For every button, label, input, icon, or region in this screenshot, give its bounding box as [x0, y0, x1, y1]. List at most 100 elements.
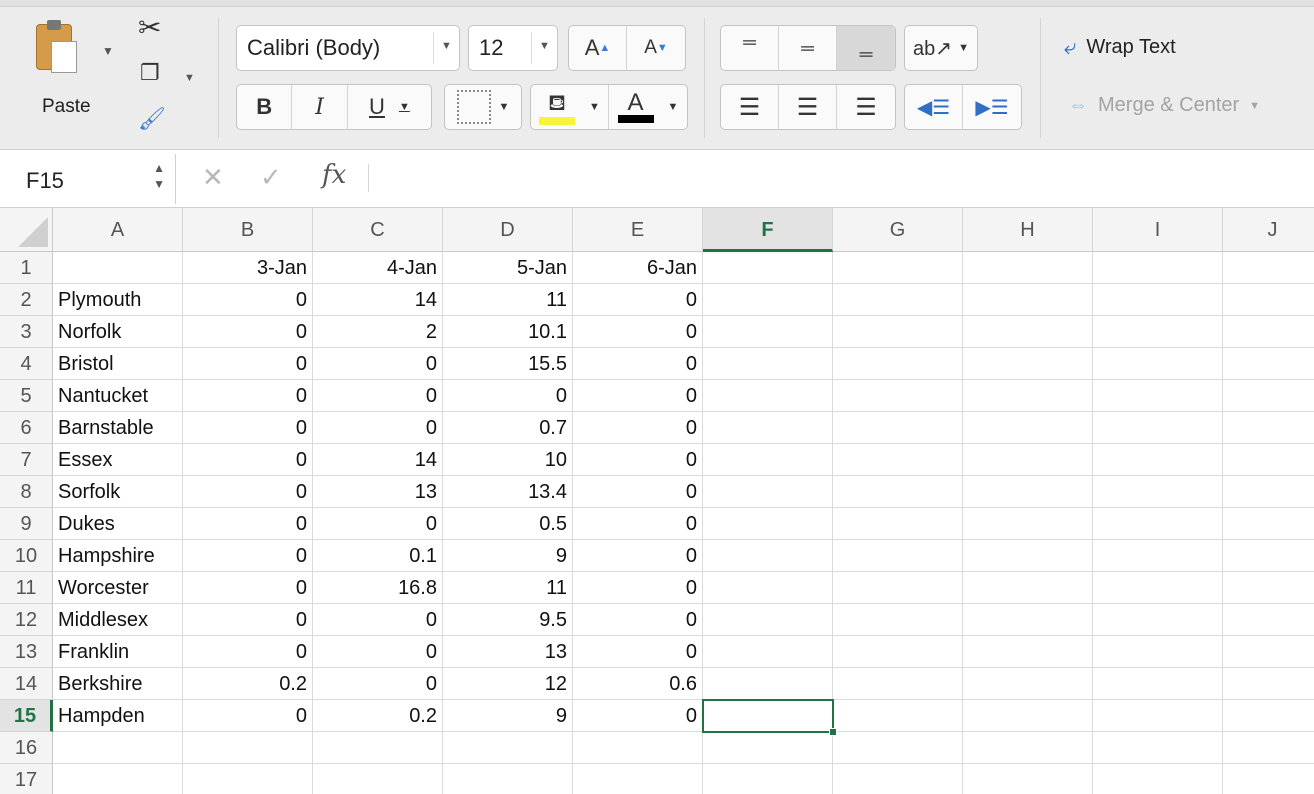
cell-a16[interactable]: [53, 732, 183, 764]
cell-g7[interactable]: [833, 444, 963, 476]
cell-e2[interactable]: 0: [573, 284, 703, 316]
cell-h9[interactable]: [963, 508, 1093, 540]
cell-b5[interactable]: 0: [183, 380, 313, 412]
chevron-down-icon[interactable]: ▼: [531, 32, 557, 64]
cell-i10[interactable]: [1093, 540, 1223, 572]
cell-h1[interactable]: [963, 252, 1093, 284]
column-header-h[interactable]: H: [963, 208, 1093, 252]
cell-h11[interactable]: [963, 572, 1093, 604]
row-header-8[interactable]: 8: [0, 476, 53, 508]
bold-button[interactable]: B: [237, 85, 293, 129]
cell-i4[interactable]: [1093, 348, 1223, 380]
cell-j12[interactable]: [1223, 604, 1314, 636]
cell-e12[interactable]: 0: [573, 604, 703, 636]
cell-f17[interactable]: [703, 764, 833, 794]
cell-i17[interactable]: [1093, 764, 1223, 794]
cell-g6[interactable]: [833, 412, 963, 444]
underline-button[interactable]: U ▼: [348, 85, 431, 129]
cell-c6[interactable]: 0: [313, 412, 443, 444]
cell-b8[interactable]: 0: [183, 476, 313, 508]
cell-g1[interactable]: [833, 252, 963, 284]
cell-e17[interactable]: [573, 764, 703, 794]
row-header-4[interactable]: 4: [0, 348, 53, 380]
cell-i12[interactable]: [1093, 604, 1223, 636]
cell-c1[interactable]: 4-Jan: [313, 252, 443, 284]
row-header-7[interactable]: 7: [0, 444, 53, 476]
fill-handle[interactable]: [829, 728, 837, 736]
column-header-e[interactable]: E: [573, 208, 703, 252]
cell-d5[interactable]: 0: [443, 380, 573, 412]
cell-d10[interactable]: 9: [443, 540, 573, 572]
cell-b17[interactable]: [183, 764, 313, 794]
chevron-down-icon[interactable]: ▼: [399, 101, 410, 113]
cell-g17[interactable]: [833, 764, 963, 794]
cell-d1[interactable]: 5-Jan: [443, 252, 573, 284]
row-header-2[interactable]: 2: [0, 284, 53, 316]
chevron-down-icon[interactable]: ▼: [958, 42, 969, 54]
cell-i9[interactable]: [1093, 508, 1223, 540]
cell-h5[interactable]: [963, 380, 1093, 412]
paste-dropdown-caret[interactable]: ▼: [102, 44, 114, 58]
column-header-a[interactable]: A: [53, 208, 183, 252]
cell-d16[interactable]: [443, 732, 573, 764]
cancel-icon[interactable]: ✕: [202, 162, 224, 193]
cell-c10[interactable]: 0.1: [313, 540, 443, 572]
cell-a1[interactable]: [53, 252, 183, 284]
cell-b3[interactable]: 0: [183, 316, 313, 348]
cell-i6[interactable]: [1093, 412, 1223, 444]
cell-a13[interactable]: Franklin: [53, 636, 183, 668]
cell-a9[interactable]: Dukes: [53, 508, 183, 540]
cell-i3[interactable]: [1093, 316, 1223, 348]
cell-h15[interactable]: [963, 700, 1093, 732]
cell-g13[interactable]: [833, 636, 963, 668]
row-header-16[interactable]: 16: [0, 732, 53, 764]
column-header-d[interactable]: D: [443, 208, 573, 252]
cell-j7[interactable]: [1223, 444, 1314, 476]
cell-j16[interactable]: [1223, 732, 1314, 764]
cell-i2[interactable]: [1093, 284, 1223, 316]
cell-f1[interactable]: [703, 252, 833, 284]
row-header-9[interactable]: 9: [0, 508, 53, 540]
row-header-11[interactable]: 11: [0, 572, 53, 604]
cell-h13[interactable]: [963, 636, 1093, 668]
cell-g11[interactable]: [833, 572, 963, 604]
cell-c3[interactable]: 2: [313, 316, 443, 348]
cell-f8[interactable]: [703, 476, 833, 508]
cell-g8[interactable]: [833, 476, 963, 508]
cell-g12[interactable]: [833, 604, 963, 636]
cell-i13[interactable]: [1093, 636, 1223, 668]
cell-e16[interactable]: [573, 732, 703, 764]
cell-h12[interactable]: [963, 604, 1093, 636]
cell-i16[interactable]: [1093, 732, 1223, 764]
row-header-10[interactable]: 10: [0, 540, 53, 572]
fill-color-button[interactable]: ⛾ ▼: [531, 85, 609, 129]
cell-b12[interactable]: 0: [183, 604, 313, 636]
cell-a3[interactable]: Norfolk: [53, 316, 183, 348]
name-box-stepper[interactable]: ▲ ▼: [153, 160, 165, 192]
check-icon[interactable]: ✓: [260, 162, 282, 193]
cell-j5[interactable]: [1223, 380, 1314, 412]
cell-a2[interactable]: Plymouth: [53, 284, 183, 316]
row-header-15[interactable]: 15: [0, 700, 53, 732]
cell-h3[interactable]: [963, 316, 1093, 348]
cell-b14[interactable]: 0.2: [183, 668, 313, 700]
cell-g9[interactable]: [833, 508, 963, 540]
row-header-14[interactable]: 14: [0, 668, 53, 700]
cell-a6[interactable]: Barnstable: [53, 412, 183, 444]
column-header-c[interactable]: C: [313, 208, 443, 252]
cell-a15[interactable]: Hampden: [53, 700, 183, 732]
cell-d17[interactable]: [443, 764, 573, 794]
format-painter-icon[interactable]: 🖌: [138, 108, 166, 130]
cell-b2[interactable]: 0: [183, 284, 313, 316]
select-all-corner[interactable]: [0, 208, 53, 252]
cell-g3[interactable]: [833, 316, 963, 348]
cell-b1[interactable]: 3-Jan: [183, 252, 313, 284]
cell-b6[interactable]: 0: [183, 412, 313, 444]
cell-b7[interactable]: 0: [183, 444, 313, 476]
row-header-6[interactable]: 6: [0, 412, 53, 444]
chevron-down-icon[interactable]: ▼: [668, 101, 679, 113]
cell-b4[interactable]: 0: [183, 348, 313, 380]
cell-j10[interactable]: [1223, 540, 1314, 572]
cell-j3[interactable]: [1223, 316, 1314, 348]
cell-b13[interactable]: 0: [183, 636, 313, 668]
